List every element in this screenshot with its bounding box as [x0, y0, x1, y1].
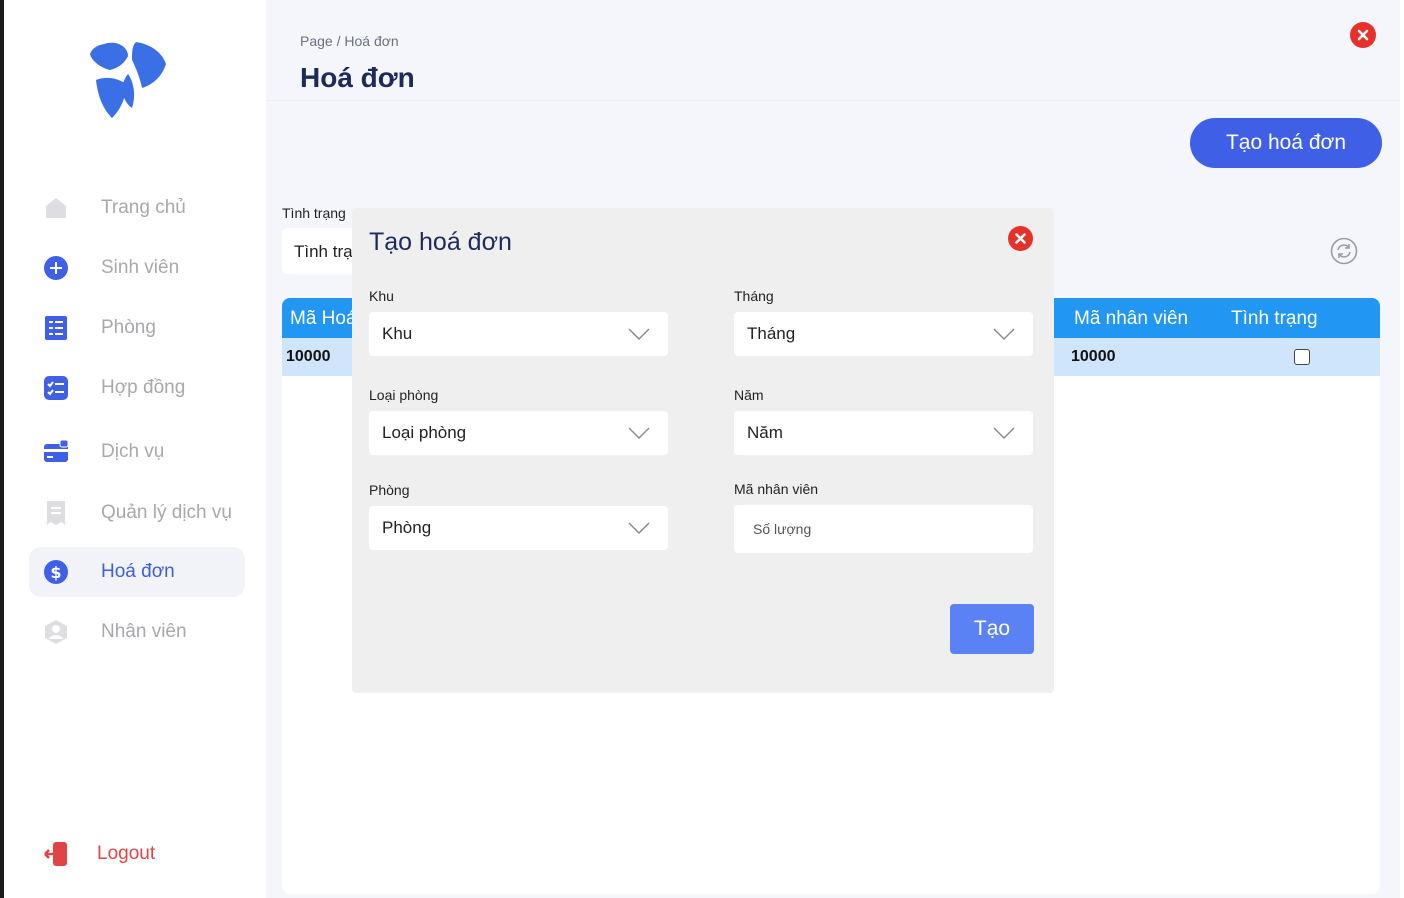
status-filter-value: Tình trạ	[294, 242, 353, 261]
logout-icon	[44, 842, 67, 866]
sidebar-item-label: Dịch vụ	[101, 441, 165, 462]
window-edge-right	[1400, 0, 1404, 898]
status-filter-label: Tình trạng	[282, 205, 346, 221]
sidebar-item-quan-ly-dich-vu[interactable]: Quản lý dịch vụ	[29, 488, 245, 538]
sidebar-item-label: Hoá đơn	[101, 561, 175, 582]
home-icon	[46, 198, 66, 218]
chevron-down-icon	[993, 427, 1015, 439]
app-logo	[90, 42, 166, 118]
cell-ma-nhan-vien: 10000	[1071, 348, 1116, 365]
loai-phong-value: Loại phòng	[382, 423, 467, 442]
column-header-tinh-trang: Tình trạng	[1231, 308, 1318, 329]
sidebar-item-label: Sinh viên	[101, 257, 180, 278]
sidebar-item-label: Hợp đồng	[101, 377, 186, 398]
sidebar-item-sinh-vien[interactable]: Sinh viên	[29, 243, 245, 293]
chevron-down-icon	[628, 328, 650, 340]
thang-select[interactable]: Tháng	[734, 312, 1033, 356]
nam-value: Năm	[747, 423, 783, 442]
chevron-down-icon	[628, 522, 650, 534]
ma-nhan-vien-input[interactable]: Số lượng	[734, 505, 1033, 553]
submit-button[interactable]: Tạo	[950, 604, 1034, 654]
phong-label: Phòng	[369, 482, 410, 498]
khu-value: Khu	[382, 324, 413, 343]
thang-value: Tháng	[747, 324, 796, 343]
room-list-icon	[45, 316, 67, 340]
status-checkbox[interactable]	[1294, 349, 1310, 365]
nam-label: Năm	[734, 387, 764, 403]
sidebar-item-nhan-vien[interactable]: Nhân viên	[29, 607, 245, 657]
breadcrumb: Page / Hoá đơn	[300, 33, 399, 49]
cell-ma-hoa-don: 10000	[286, 348, 331, 365]
sidebar-item-hop-dong[interactable]: Hợp đồng	[29, 363, 245, 413]
close-icon	[1357, 29, 1369, 41]
loai-phong-select[interactable]: Loại phòng	[369, 411, 668, 455]
khu-select[interactable]: Khu	[369, 312, 668, 356]
sidebar-item-phong[interactable]: Phòng	[29, 303, 245, 353]
chevron-down-icon	[993, 328, 1015, 340]
phong-value: Phòng	[382, 518, 432, 537]
sidebar: Trang chủ Sinh viên Phòng Hợp đồng Dịch …	[4, 0, 266, 898]
sidebar-item-hoa-don[interactable]: $ Hoá đơn	[29, 547, 245, 597]
page-title: Hoá đơn	[300, 62, 415, 93]
header: Page / Hoá đơn Hoá đơn	[266, 0, 1400, 101]
ma-nhan-vien-placeholder: Số lượng	[753, 521, 812, 537]
logout-button[interactable]: Logout	[29, 829, 245, 879]
logout-label: Logout	[97, 843, 156, 864]
phong-select[interactable]: Phòng	[369, 506, 668, 550]
sidebar-item-label: Nhân viên	[101, 621, 187, 642]
card-icon	[44, 439, 69, 462]
chevron-down-icon	[628, 427, 650, 439]
plus-circle-icon	[44, 256, 68, 280]
close-icon	[1015, 233, 1026, 244]
svg-text:$: $	[50, 563, 61, 582]
sidebar-item-label: Trang chủ	[101, 197, 186, 218]
khu-label: Khu	[369, 288, 394, 304]
checklist-icon	[44, 376, 68, 400]
receipt-icon	[47, 501, 65, 525]
nam-select[interactable]: Năm	[734, 411, 1033, 455]
sidebar-item-label: Phòng	[101, 317, 156, 338]
refresh-icon[interactable]	[1330, 237, 1358, 265]
modal-close-button[interactable]	[1008, 226, 1033, 251]
thang-label: Tháng	[734, 288, 774, 304]
sidebar-item-label: Quản lý dịch vụ	[101, 502, 232, 523]
sidebar-item-trang-chu[interactable]: Trang chủ	[29, 183, 245, 233]
ma-nhan-vien-label: Mã nhân viên	[734, 481, 819, 497]
modal-title: Tạo hoá đơn	[369, 228, 512, 256]
close-window-button[interactable]	[1350, 22, 1376, 48]
sidebar-item-dich-vu[interactable]: Dịch vụ	[29, 427, 245, 477]
loai-phong-label: Loại phòng	[369, 387, 439, 403]
user-icon	[45, 620, 67, 644]
create-invoice-button[interactable]: Tạo hoá đơn	[1190, 118, 1382, 168]
dollar-icon: $	[44, 560, 68, 584]
create-invoice-modal: Tạo hoá đơn Khu Khu Tháng Tháng Loại phò…	[352, 208, 1054, 693]
column-header-ma-nhan-vien: Mã nhân viên	[1074, 308, 1189, 329]
column-header-ma-hoa-don: Mã Hoá	[290, 308, 357, 329]
